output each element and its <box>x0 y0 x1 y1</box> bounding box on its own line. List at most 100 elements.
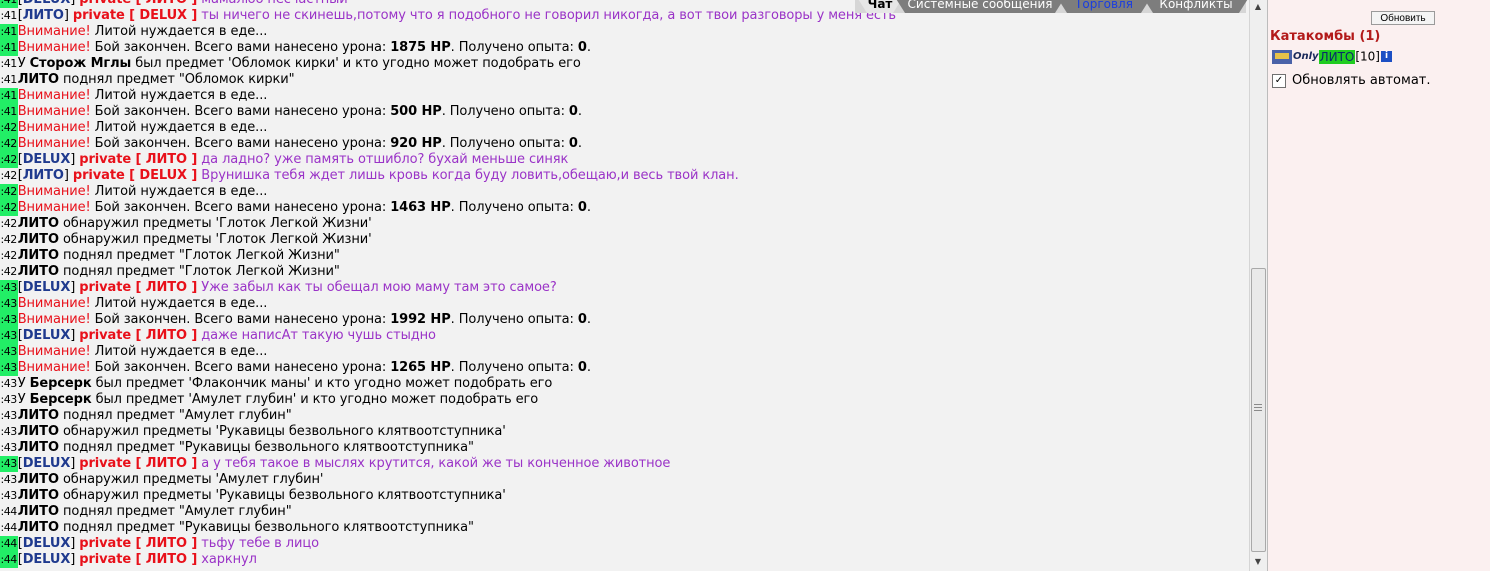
timestamp[interactable]: 2:43 <box>0 344 18 360</box>
timestamp[interactable]: 2:41 <box>0 56 18 72</box>
system-text: " <box>333 248 340 263</box>
timestamp[interactable]: 2:43 <box>0 312 18 328</box>
tab-system-messages[interactable]: Системные сообщения <box>893 0 1067 13</box>
timestamp[interactable]: 2:42 <box>0 168 18 184</box>
auto-refresh-checkbox[interactable]: ✓ <box>1272 73 1286 88</box>
timestamp[interactable]: 2:42 <box>0 120 18 136</box>
timestamp[interactable]: 2:43 <box>0 296 18 312</box>
user-nick[interactable]: ЛИТО <box>1318 49 1356 64</box>
recipient-nick[interactable]: DELUX <box>139 168 187 183</box>
system-text: Литой нуждается в еде... <box>90 88 268 103</box>
item-name: Глоток Легкой Жизни <box>184 248 334 263</box>
system-text: . Получено опыта: <box>450 200 578 215</box>
sender-nick[interactable]: DELUX <box>23 0 71 7</box>
item-name: Флакончик маны <box>191 376 307 391</box>
warning-label: Внимание! <box>17 184 91 199</box>
tab-conflicts[interactable]: Конфликты <box>1141 0 1251 13</box>
exp-value: 0 <box>577 312 587 327</box>
recipient-nick[interactable]: DELUX <box>139 8 187 23</box>
timestamp[interactable]: 2:42 <box>0 216 18 232</box>
sender-nick[interactable]: DELUX <box>23 152 71 167</box>
recipient-nick[interactable]: ЛИТО <box>146 536 187 551</box>
timestamp[interactable]: 2:43 <box>0 328 18 344</box>
timestamp[interactable]: 2:41 <box>0 40 18 56</box>
sender-nick[interactable]: DELUX <box>23 280 71 295</box>
character-name[interactable]: ЛИТО <box>18 216 59 231</box>
system-text: У <box>17 56 30 71</box>
timestamp[interactable]: 2:41 <box>0 88 18 104</box>
character-name[interactable]: ЛИТО <box>18 504 59 519</box>
private-message: харкнул <box>201 552 257 567</box>
timestamp[interactable]: 2:42 <box>0 152 18 168</box>
timestamp[interactable]: 2:43 <box>0 280 18 296</box>
scroll-down-arrow-icon[interactable]: ▼ <box>1252 557 1264 567</box>
character-name[interactable]: ЛИТО <box>18 408 59 423</box>
system-text: Бой закончен. Всего вами нанесено урона: <box>90 360 391 375</box>
system-text: " <box>285 408 292 423</box>
recipient-nick[interactable]: ЛИТО <box>146 328 187 343</box>
timestamp[interactable]: 2:42 <box>0 264 18 280</box>
damage-value: 1265 HP <box>390 360 451 375</box>
timestamp[interactable]: 2:43 <box>0 424 18 440</box>
character-name[interactable]: ЛИТО <box>18 440 59 455</box>
timestamp[interactable]: 2:42 <box>0 184 18 200</box>
sender-nick[interactable]: DELUX <box>23 552 71 567</box>
recipient-nick[interactable]: ЛИТО <box>146 456 187 471</box>
timestamp[interactable]: 2:43 <box>0 440 18 456</box>
timestamp[interactable]: 2:43 <box>0 408 18 424</box>
sender-nick[interactable]: ЛИТО <box>23 8 64 23</box>
recipient-bracket: ] <box>186 280 198 295</box>
timestamp[interactable]: 2:44 <box>0 552 18 568</box>
timestamp[interactable]: 2:43 <box>0 472 18 488</box>
character-name[interactable]: ЛИТО <box>18 520 59 535</box>
recipient-nick[interactable]: ЛИТО <box>146 552 187 567</box>
recipient-nick[interactable]: ЛИТО <box>146 152 187 167</box>
recipient-nick[interactable]: ЛИТО <box>146 0 187 7</box>
timestamp[interactable]: 2:44 <box>0 536 18 552</box>
timestamp[interactable]: 2:43 <box>0 488 18 504</box>
timestamp[interactable]: 2:44 <box>0 504 18 520</box>
timestamp[interactable]: 2:41 <box>0 0 18 8</box>
item-name: Амулет глубин <box>191 392 293 407</box>
timestamp[interactable]: 2:41 <box>0 8 18 24</box>
character-name[interactable]: ЛИТО <box>18 472 59 487</box>
tab-chat[interactable]: Чат <box>855 0 905 13</box>
timestamp[interactable]: 2:41 <box>0 104 18 120</box>
character-name[interactable]: ЛИТО <box>18 232 59 247</box>
sender-nick[interactable]: DELUX <box>23 328 71 343</box>
exp-value: 0 <box>577 360 587 375</box>
tab-trade[interactable]: Торговля <box>1055 0 1153 13</box>
timestamp[interactable]: 2:42 <box>0 200 18 216</box>
system-text: У <box>17 376 30 391</box>
character-name[interactable]: ЛИТО <box>18 72 59 87</box>
character-name[interactable]: ЛИТО <box>18 264 59 279</box>
info-icon[interactable]: i <box>1381 51 1392 62</box>
system-text: ' <box>368 216 372 231</box>
auto-refresh-row[interactable]: ✓ Обновлять автомат. <box>1272 73 1431 89</box>
character-name[interactable]: ЛИТО <box>18 488 59 503</box>
timestamp[interactable]: 2:43 <box>0 392 18 408</box>
room-user-row[interactable]: OnlyЛИТО[10] i <box>1272 49 1392 65</box>
chat-line: 2:41Внимание! Бой закончен. Всего вами н… <box>0 40 1249 56</box>
character-name[interactable]: ЛИТО <box>18 424 59 439</box>
item-name: Глоток Легкой Жизни <box>184 264 334 279</box>
timestamp[interactable]: 2:44 <box>0 520 18 536</box>
private-label: private <box>72 8 125 23</box>
recipient-nick[interactable]: ЛИТО <box>146 280 187 295</box>
character-name[interactable]: ЛИТО <box>18 248 59 263</box>
refresh-button[interactable]: Обновить <box>1371 11 1435 25</box>
timestamp[interactable]: 2:42 <box>0 232 18 248</box>
timestamp[interactable]: 2:41 <box>0 24 18 40</box>
timestamp[interactable]: 2:43 <box>0 376 18 392</box>
system-text: поднял предмет " <box>58 248 185 263</box>
timestamp[interactable]: 2:41 <box>0 72 18 88</box>
timestamp[interactable]: 2:42 <box>0 136 18 152</box>
timestamp[interactable]: 2:42 <box>0 248 18 264</box>
system-text: обнаружил предметы ' <box>58 488 220 503</box>
scroll-up-arrow-icon[interactable]: ▲ <box>1252 2 1264 12</box>
sender-nick[interactable]: DELUX <box>23 456 71 471</box>
timestamp[interactable]: 2:43 <box>0 360 18 376</box>
sender-nick[interactable]: DELUX <box>23 536 71 551</box>
sender-nick[interactable]: ЛИТО <box>23 168 64 183</box>
timestamp[interactable]: 2:43 <box>0 456 18 472</box>
